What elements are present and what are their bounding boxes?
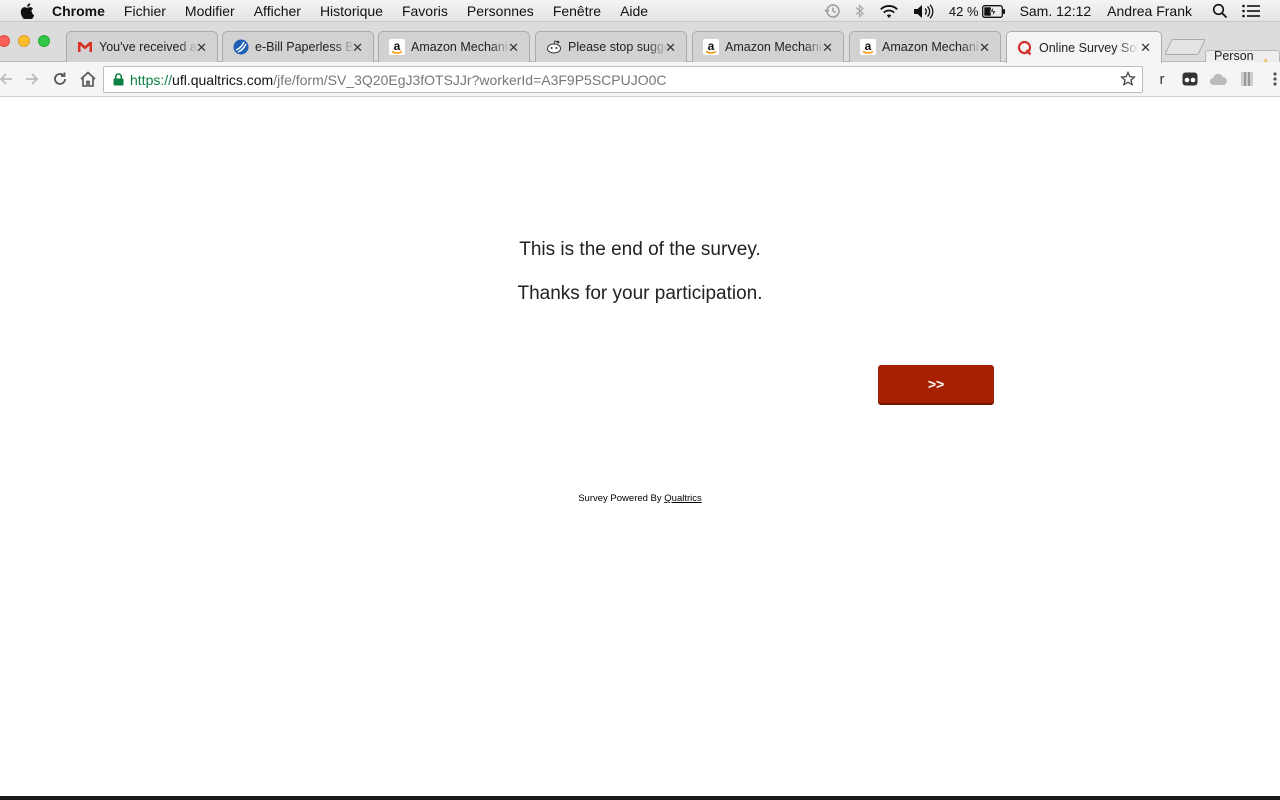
menu-fenetre[interactable]: Fenêtre <box>553 3 601 19</box>
wifi-icon[interactable] <box>879 4 899 19</box>
reddit-icon <box>546 39 562 55</box>
volume-icon[interactable] <box>913 3 935 19</box>
extension-glasses-icon[interactable] <box>1181 70 1199 88</box>
svg-text:a: a <box>708 39 715 53</box>
thanks-message: Thanks for your participation. <box>517 283 763 304</box>
address-bar[interactable]: https:// ufl.qualtrics.com /jfe/form/SV_… <box>103 66 1143 93</box>
tab-gmail[interactable]: You've received a ✕ <box>66 31 218 62</box>
tab-amazon-2[interactable]: a Amazon Mechanic ✕ <box>692 31 844 62</box>
tab-title: You've received a <box>99 40 197 54</box>
menu-aide[interactable]: Aide <box>620 3 648 19</box>
menu-modifier[interactable]: Modifier <box>185 3 235 19</box>
new-tab-button[interactable] <box>1164 39 1206 55</box>
menu-fichier[interactable]: Fichier <box>124 3 166 19</box>
tab-title: Amazon Mechanic <box>725 40 824 54</box>
svg-text:a: a <box>865 39 872 53</box>
home-icon[interactable] <box>78 69 98 89</box>
next-button[interactable]: >> <box>878 365 994 405</box>
menu-historique[interactable]: Historique <box>320 3 383 19</box>
reload-icon[interactable] <box>50 69 70 89</box>
browser-toolbar: https:// ufl.qualtrics.com /jfe/form/SV_… <box>0 62 1280 97</box>
extension-bars-icon[interactable] <box>1238 70 1256 88</box>
chrome-menu-icon[interactable] <box>1266 70 1280 88</box>
tab-ebill[interactable]: e-Bill Paperless Bi ✕ <box>222 31 374 62</box>
close-tab-icon[interactable]: ✕ <box>196 40 207 56</box>
close-tab-icon[interactable]: ✕ <box>508 40 519 56</box>
url-path: /jfe/form/SV_3Q20EgJ3fOTSJJr?workerId=A3… <box>273 71 667 88</box>
dock-edge <box>0 796 1280 800</box>
menu-afficher[interactable]: Afficher <box>254 3 301 19</box>
tab-strip: You've received a ✕ e-Bill Paperless Bi … <box>0 22 1280 77</box>
url-host: ufl.qualtrics.com <box>172 71 274 88</box>
bookmark-star-icon[interactable] <box>1119 70 1137 90</box>
tab-title: Online Survey Sof <box>1039 40 1138 55</box>
battery-charging-icon[interactable] <box>981 4 1006 18</box>
survey-footer: Survey Powered By Qualtrics <box>0 493 1280 504</box>
secure-lock-icon[interactable] <box>113 73 124 86</box>
close-window-button[interactable] <box>0 35 10 47</box>
battery-percent: 42 % <box>948 3 979 19</box>
tab-title: Amazon Mechanic <box>882 40 981 54</box>
time-machine-icon[interactable] <box>823 3 841 19</box>
close-tab-icon[interactable]: ✕ <box>822 40 833 56</box>
amazon-icon: a <box>703 39 719 55</box>
menubar-clock[interactable]: Sam. 12:12 <box>1020 3 1092 19</box>
qualtrics-link[interactable]: Qualtrics <box>664 493 701 504</box>
tab-title: Please stop sugge <box>568 40 667 54</box>
notification-center-icon[interactable] <box>1242 4 1260 18</box>
url-scheme: https:// <box>130 71 173 88</box>
spotlight-search-icon[interactable] <box>1212 3 1228 19</box>
menubar-user[interactable]: Andrea Frank <box>1107 3 1192 19</box>
close-tab-icon[interactable]: ✕ <box>1140 40 1151 56</box>
tab-title: e-Bill Paperless Bi <box>255 40 354 54</box>
extension-cloud-icon[interactable] <box>1209 70 1227 88</box>
close-tab-icon[interactable]: ✕ <box>665 40 676 56</box>
qualtrics-icon <box>1017 40 1033 56</box>
tab-qualtrics[interactable]: Online Survey Sof ✕ <box>1006 31 1162 63</box>
footer-prefix: Survey Powered By <box>578 493 665 504</box>
menu-personnes[interactable]: Personnes <box>467 3 534 19</box>
end-of-survey-message: This is the end of the survey. <box>519 239 761 260</box>
minimize-window-button[interactable] <box>18 35 30 47</box>
ebill-icon <box>233 39 249 55</box>
extension-r-icon[interactable]: r <box>1153 70 1171 88</box>
tab-amazon-3[interactable]: a Amazon Mechanic ✕ <box>849 31 1001 62</box>
apple-icon[interactable] <box>18 0 36 22</box>
tab-reddit[interactable]: Please stop sugge ✕ <box>535 31 687 62</box>
forward-icon[interactable] <box>22 69 42 89</box>
amazon-icon: a <box>860 39 876 55</box>
gmail-icon <box>77 39 93 55</box>
bluetooth-icon[interactable] <box>855 3 865 19</box>
amazon-icon: a <box>389 39 405 55</box>
back-icon[interactable] <box>0 69 16 89</box>
zoom-window-button[interactable] <box>38 35 50 47</box>
menu-app-name[interactable]: Chrome <box>52 3 105 19</box>
macos-menubar: Chrome Fichier Modifier Afficher Histori… <box>0 0 1280 22</box>
close-tab-icon[interactable]: ✕ <box>352 40 363 56</box>
svg-text:a: a <box>394 39 401 53</box>
tab-amazon-1[interactable]: a Amazon Mechanic ✕ <box>378 31 530 62</box>
close-tab-icon[interactable]: ✕ <box>979 40 990 56</box>
menu-favoris[interactable]: Favoris <box>402 3 448 19</box>
tab-title: Amazon Mechanic <box>411 40 510 54</box>
window-controls <box>0 35 58 47</box>
